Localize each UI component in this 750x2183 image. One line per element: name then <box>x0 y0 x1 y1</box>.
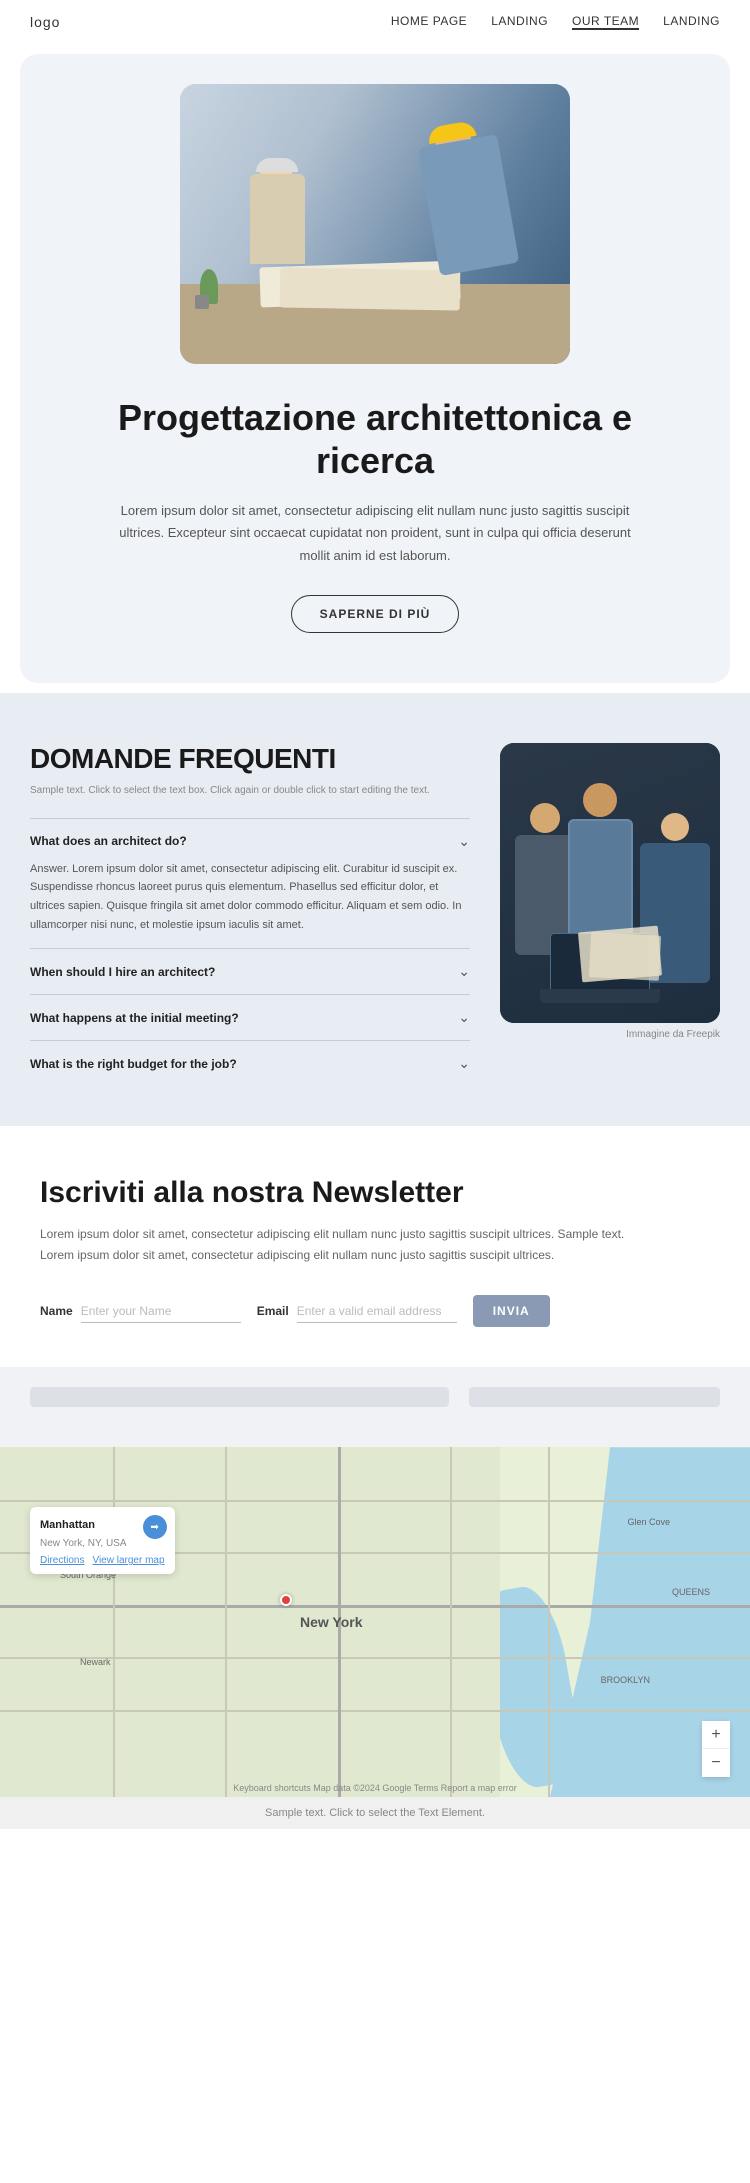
newsletter-title: Iscriviti alla nostra Newsletter <box>40 1176 710 1210</box>
hero-section: Progettazione architettonica e ricerca L… <box>20 54 730 683</box>
faq-item-4: What is the right budget for the job? ⌄ <box>30 1040 470 1086</box>
map-info-box: Manhattan New York, NY, USA ➡ Directions… <box>30 1507 175 1574</box>
faq-item-1: What does an architect do? ⌄ Answer. Lor… <box>30 818 470 949</box>
directions-button[interactable]: ➡ <box>143 1515 167 1539</box>
faq-answer-1: Answer. Lorem ipsum dolor sit amet, cons… <box>30 860 470 935</box>
faq-subtitle: Sample text. Click to select the text bo… <box>30 783 470 798</box>
faq-title: DOMANDE FREQUENTI <box>30 743 470 775</box>
faq-item-3: What happens at the initial meeting? ⌄ <box>30 994 470 1040</box>
map-marker-links: Directions View larger map <box>40 1555 165 1566</box>
logo: logo <box>30 14 60 30</box>
faq-team-image <box>500 743 720 1023</box>
map-background: New York East Hanover South Orange Newar… <box>0 1447 750 1797</box>
city-label-5: QUEENS <box>672 1587 710 1597</box>
faq-item-4-header[interactable]: What is the right budget for the job? ⌄ <box>30 1055 470 1072</box>
gray-bar-2 <box>469 1387 720 1407</box>
faq-chevron-4: ⌄ <box>458 1055 470 1072</box>
faq-content: DOMANDE FREQUENTI Sample text. Click to … <box>30 743 470 1087</box>
faq-question-1: What does an architect do? <box>30 834 187 848</box>
nav-landing-1[interactable]: LANDING <box>491 14 548 30</box>
nav-our-team[interactable]: OUR TEAM <box>572 14 639 30</box>
navigation: logo HOME PAGE LANDING OUR TEAM LANDING <box>0 0 750 44</box>
faq-section: DOMANDE FREQUENTI Sample text. Click to … <box>0 693 750 1127</box>
map-zoom-controls: + − <box>702 1721 730 1777</box>
faq-item-2: When should I hire an architect? ⌄ <box>30 948 470 994</box>
faq-question-4: What is the right budget for the job? <box>30 1057 237 1071</box>
map-marker-title: Manhattan <box>40 1519 95 1531</box>
new-york-label: New York <box>300 1614 363 1630</box>
faq-chevron-2: ⌄ <box>458 963 470 980</box>
name-label: Name <box>40 1304 73 1318</box>
bottom-sample-text: Sample text. Click to select the Text El… <box>265 1807 485 1819</box>
faq-item-3-header[interactable]: What happens at the initial meeting? ⌄ <box>30 1009 470 1026</box>
map-section: New York East Hanover South Orange Newar… <box>0 1447 750 1797</box>
email-label: Email <box>257 1304 289 1318</box>
faq-chevron-1: ⌄ <box>458 833 470 850</box>
nav-homepage[interactable]: HOME PAGE <box>391 14 467 30</box>
submit-button[interactable]: INVIA <box>473 1295 550 1327</box>
hero-image <box>180 84 570 364</box>
directions-link[interactable]: Directions <box>40 1555 84 1566</box>
faq-question-3: What happens at the initial meeting? <box>30 1011 239 1025</box>
newsletter-description: Lorem ipsum dolor sit amet, consectetur … <box>40 1224 660 1265</box>
gray-bar-1 <box>30 1387 449 1407</box>
name-input[interactable] <box>81 1300 241 1323</box>
bottom-text-bar: Sample text. Click to select the Text El… <box>0 1797 750 1829</box>
faq-item-2-header[interactable]: When should I hire an architect? ⌄ <box>30 963 470 980</box>
newsletter-section: Iscriviti alla nostra Newsletter Lorem i… <box>0 1126 750 1367</box>
city-label-4: Glen Cove <box>627 1517 670 1527</box>
faq-question-2: When should I hire an architect? <box>30 965 215 979</box>
zoom-in-button[interactable]: + <box>702 1721 730 1749</box>
hero-cta-button[interactable]: SAPERNE DI PIÙ <box>291 595 460 633</box>
faq-image-area: Immagine da Freepik <box>500 743 720 1087</box>
name-field-group: Name <box>40 1300 241 1323</box>
email-input[interactable] <box>297 1300 457 1323</box>
hero-description: Lorem ipsum dolor sit amet, consectetur … <box>115 500 635 566</box>
nav-landing-2[interactable]: LANDING <box>663 14 720 30</box>
map-marker-address: New York, NY, USA <box>40 1538 127 1549</box>
nav-links: HOME PAGE LANDING OUR TEAM LANDING <box>391 14 720 30</box>
view-larger-link[interactable]: View larger map <box>92 1555 164 1566</box>
email-field-group: Email <box>257 1300 457 1323</box>
spacer-bars-section <box>0 1367 750 1447</box>
map-attribution: Keyboard shortcuts Map data ©2024 Google… <box>233 1783 517 1793</box>
city-label-3: Newark <box>80 1657 111 1667</box>
faq-item-1-header[interactable]: What does an architect do? ⌄ <box>30 833 470 850</box>
zoom-out-button[interactable]: − <box>702 1749 730 1777</box>
faq-image-caption: Immagine da Freepik <box>500 1029 720 1040</box>
city-label-6: BROOKLYN <box>601 1675 650 1685</box>
faq-chevron-3: ⌄ <box>458 1009 470 1026</box>
newsletter-form: Name Email INVIA <box>40 1295 710 1327</box>
hero-title: Progettazione architettonica e ricerca <box>95 396 655 482</box>
